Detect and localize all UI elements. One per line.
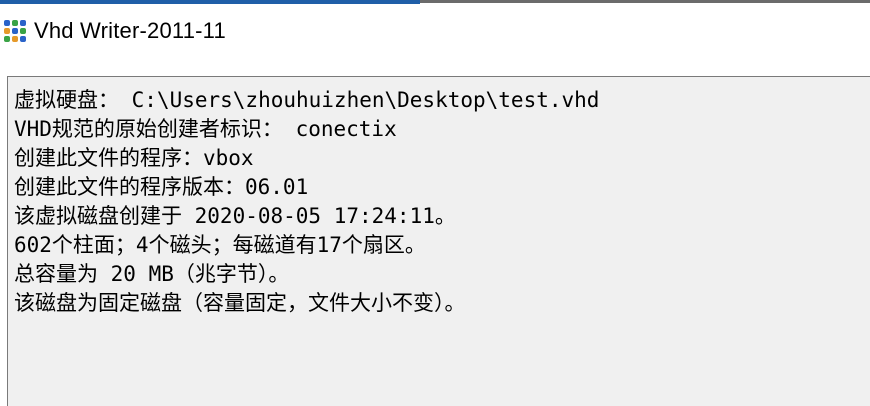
taskbar-edge-gray: [420, 0, 870, 3]
app-window: Vhd Writer-2011-11 虚拟硬盘： C:\Users\zhouhu…: [0, 0, 870, 406]
info-line-disk-type: 该磁盘为固定磁盘（容量固定，文件大小不变）。: [14, 291, 466, 315]
info-line-program-version: 创建此文件的程序版本：06.01: [14, 175, 309, 199]
info-line-geometry: 602个柱面；4个磁头；每磁道有17个扇区。: [14, 233, 426, 257]
info-line-virtual-disk-path: 虚拟硬盘： C:\Users\zhouhuizhen\Desktop\test.…: [14, 88, 600, 112]
info-line-total-capacity: 总容量为 20 MB（兆字节）。: [14, 262, 290, 286]
vhd-info-list: 虚拟硬盘： C:\Users\zhouhuizhen\Desktop\test.…: [14, 86, 599, 318]
grid-app-icon[interactable]: [2, 18, 28, 44]
title-bar[interactable]: Vhd Writer-2011-11: [0, 6, 870, 56]
info-line-created-time: 该虚拟磁盘创建于 2020-08-05 17:24:11。: [14, 204, 456, 228]
vhd-info-panel: 虚拟硬盘： C:\Users\zhouhuizhen\Desktop\test.…: [7, 76, 870, 406]
info-line-creator-program: 创建此文件的程序：vbox: [14, 146, 254, 170]
menu-spacer: [0, 56, 870, 70]
window-title: Vhd Writer-2011-11: [34, 18, 226, 43]
info-line-creator-id: VHD规范的原始创建者标识： conectix: [14, 117, 397, 141]
taskbar-edge-blue: [0, 0, 420, 4]
